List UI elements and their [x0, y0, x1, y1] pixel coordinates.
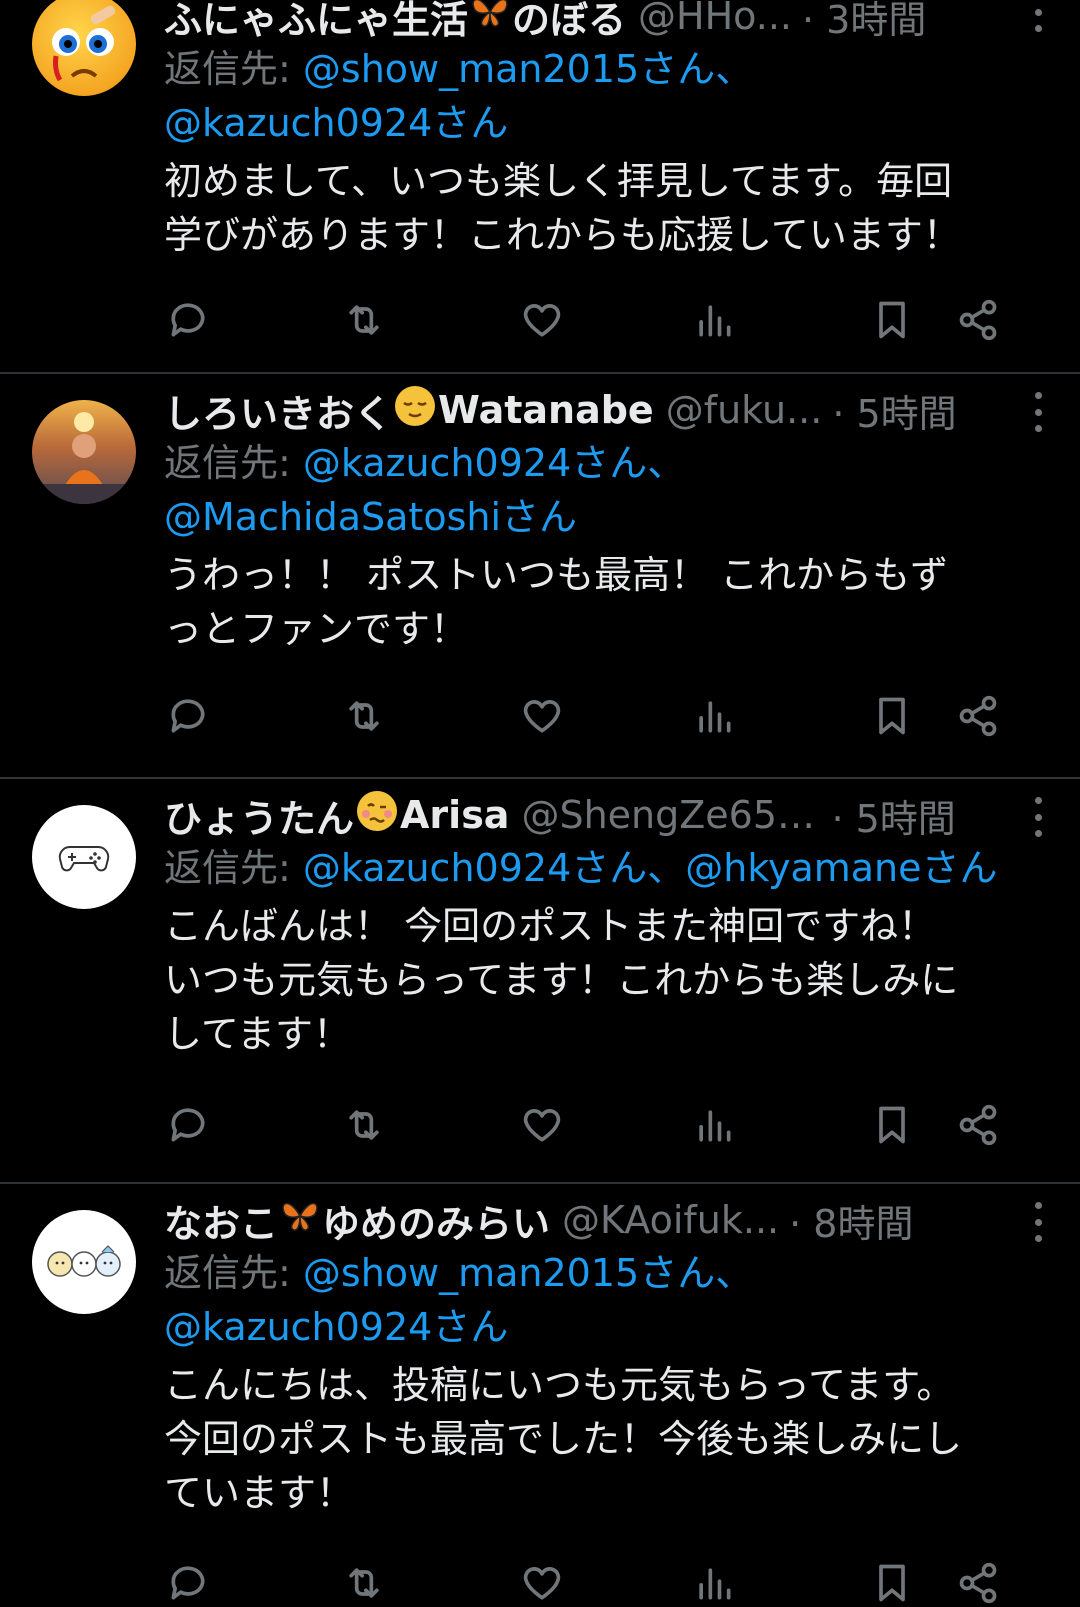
user-handle[interactable]: @fuku...	[666, 388, 823, 432]
post-text-line: うわっ！！ ポストいつも最高！ これからもず	[164, 553, 949, 597]
avatar[interactable]	[32, 0, 136, 96]
views-icon[interactable]	[690, 1559, 738, 1607]
post-text-line: こんにちは、投稿にいつも元気もらってます。	[164, 1363, 955, 1407]
post-text: 初めまして、いつも楽しく拝見してます。毎回 学びがあります！これからも応援してい…	[164, 154, 1044, 262]
post-text-line: 学びがあります！これからも応援しています！	[164, 213, 961, 257]
butterfly-icon	[280, 1198, 320, 1243]
repost-icon[interactable]	[340, 1559, 388, 1607]
more-options-icon[interactable]	[1032, 392, 1044, 432]
bookmark-icon[interactable]	[868, 692, 916, 740]
post-text-line: してます！	[164, 1012, 351, 1056]
views-icon[interactable]	[690, 1101, 738, 1149]
post-header: ひょうたん Arisa @ShengZe651... · 5時間	[164, 789, 1044, 841]
more-options-icon[interactable]	[1032, 1202, 1044, 1242]
mention-link[interactable]: @show_man2015さん、	[303, 1251, 753, 1295]
reply-to-line: 返信先: @show_man2015さん、 @kazuch0924さん	[164, 1246, 1044, 1354]
reply-icon[interactable]	[164, 296, 212, 344]
like-icon[interactable]	[518, 1101, 566, 1149]
post-header: ふにゃふにゃ生活 のぼる @HHo... · 3時間	[164, 0, 1044, 42]
reply-post[interactable]: ひょうたん Arisa @ShengZe651... · 5時間 返信先: @k…	[0, 779, 1080, 1183]
mention-link[interactable]: @kazuch0924さん	[164, 101, 508, 145]
like-icon[interactable]	[518, 296, 566, 344]
post-text-line: いつも元気もらってます！これからも楽しみに	[164, 958, 959, 1002]
post-text-line: 初めまして、いつも楽しく拝見してます。毎回	[164, 159, 953, 203]
post-text: こんばんは！ 今回のポストまた神回ですね！ いつも元気もらってます！これからも楽…	[164, 899, 1044, 1061]
display-name-tail[interactable]: のぼる	[512, 0, 626, 44]
avatar[interactable]	[32, 805, 136, 909]
gamepad-icon	[58, 845, 110, 872]
post-time[interactable]: · 8時間	[789, 1193, 913, 1248]
cartoon-characters-icon	[47, 1245, 121, 1277]
reply-to-line: 返信先: @show_man2015さん、 @kazuch0924さん	[164, 42, 1044, 150]
share-icon[interactable]	[954, 296, 1002, 344]
reply-icon[interactable]	[164, 1101, 212, 1149]
display-name[interactable]: ひょうたん	[164, 788, 354, 843]
reply-post[interactable]: なおこ ゆめのみらい @KAoifuk... · 8時間 返信先: @show_…	[0, 1184, 1080, 1607]
action-bar	[164, 296, 1024, 344]
relieved-face-icon	[394, 385, 436, 436]
user-handle[interactable]: @HHo...	[638, 0, 792, 38]
display-name-tail[interactable]: Watanabe	[438, 388, 654, 432]
avatar[interactable]	[32, 1210, 136, 1314]
post-text: うわっ！！ ポストいつも最高！ これからもず っとファンです！	[164, 548, 1044, 656]
display-name-tail[interactable]: ゆめのみらい	[322, 1193, 550, 1248]
avatar[interactable]	[32, 400, 136, 504]
post-text-line: こんばんは！ 今回のポストまた神回ですね！	[164, 904, 937, 948]
mention-link[interactable]: @MachidaSatoshiさん	[164, 495, 577, 539]
user-handle[interactable]: @ShengZe651...	[521, 793, 821, 837]
post-text-line: っとファンです！	[164, 607, 469, 651]
post-header: しろいきおく Watanabe @fuku... · 5時間	[164, 384, 1044, 436]
post-text-line: ています！	[164, 1471, 355, 1515]
bookmark-icon[interactable]	[868, 1101, 916, 1149]
share-icon[interactable]	[954, 1559, 1002, 1607]
share-icon[interactable]	[954, 692, 1002, 740]
like-icon[interactable]	[518, 1559, 566, 1607]
reply-post[interactable]: しろいきおく Watanabe @fuku... · 5時間 返信先: @kaz…	[0, 374, 1080, 778]
reply-icon[interactable]	[164, 692, 212, 740]
repost-icon[interactable]	[340, 296, 388, 344]
more-options-icon[interactable]	[1032, 0, 1044, 32]
share-icon[interactable]	[954, 1101, 1002, 1149]
repost-icon[interactable]	[340, 692, 388, 740]
views-icon[interactable]	[690, 692, 738, 740]
bookmark-icon[interactable]	[868, 1559, 916, 1607]
more-options-icon[interactable]	[1032, 797, 1044, 837]
display-name[interactable]: なおこ	[164, 1193, 278, 1248]
like-icon[interactable]	[518, 692, 566, 740]
reply-post[interactable]: ふにゃふにゃ生活 のぼる @HHo... · 3時間 返信先: @show_ma…	[0, 0, 1080, 365]
display-name-tail[interactable]: Arisa	[400, 793, 509, 837]
post-header: なおこ ゆめのみらい @KAoifuk... · 8時間	[164, 1194, 1044, 1246]
display-name[interactable]: しろいきおく	[164, 383, 392, 438]
mention-link[interactable]: @kazuch0924さん、@hkyamaneさん	[303, 846, 998, 890]
action-bar	[164, 1101, 1024, 1149]
post-time[interactable]: · 5時間	[832, 383, 956, 438]
reply-icon[interactable]	[164, 1559, 212, 1607]
post-text-line: 今回のポストも最高でした！今後も楽しみにし	[164, 1417, 963, 1461]
post-text: こんにちは、投稿にいつも元気もらってます。 今回のポストも最高でした！今後も楽し…	[164, 1358, 1044, 1520]
bookmark-icon[interactable]	[868, 296, 916, 344]
reply-to-line: 返信先: @kazuch0924さん、@hkyamaneさん	[164, 841, 1044, 895]
user-handle[interactable]: @KAoifuk...	[562, 1198, 779, 1242]
reply-to-label: 返信先:	[164, 1251, 291, 1295]
reply-to-label: 返信先:	[164, 846, 291, 890]
butterfly-icon	[470, 0, 510, 39]
action-bar	[164, 1559, 1024, 1607]
monk-figure-icon	[32, 412, 136, 504]
reply-to-label: 返信先:	[164, 441, 291, 485]
action-bar	[164, 692, 1024, 740]
mention-link[interactable]: @kazuch0924さん	[164, 1305, 508, 1349]
reply-to-label: 返信先:	[164, 47, 291, 91]
views-icon[interactable]	[690, 296, 738, 344]
repost-icon[interactable]	[340, 1101, 388, 1149]
crying-face-icon	[52, 5, 116, 82]
mention-link[interactable]: @kazuch0924さん、	[303, 441, 685, 485]
post-time[interactable]: · 3時間	[802, 0, 926, 44]
woozy-face-icon	[356, 790, 398, 841]
mention-link[interactable]: @show_man2015さん、	[303, 47, 753, 91]
reply-to-line: 返信先: @kazuch0924さん、 @MachidaSatoshiさん	[164, 436, 1044, 544]
post-time[interactable]: · 5時間	[831, 788, 955, 843]
display-name[interactable]: ふにゃふにゃ生活	[164, 0, 468, 44]
